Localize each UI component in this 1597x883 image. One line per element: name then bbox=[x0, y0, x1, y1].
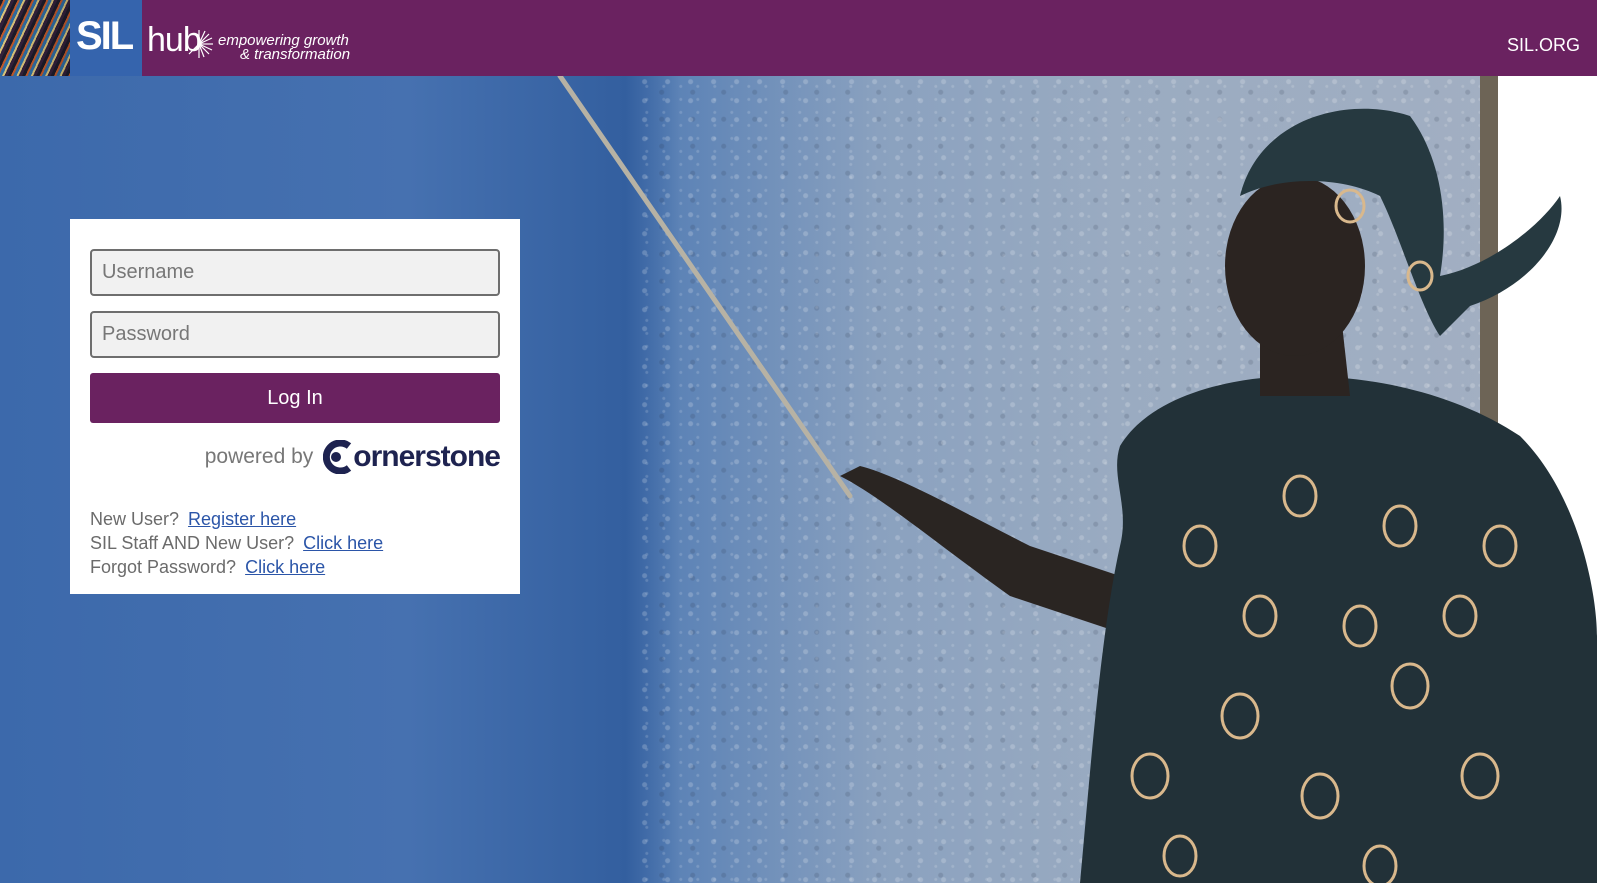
powered-by-text: powered by bbox=[204, 445, 314, 468]
forgot-password-prompt: Forgot Password? bbox=[90, 557, 237, 577]
login-card: Log In powered by ornerstone New User? R… bbox=[70, 219, 520, 594]
new-user-prompt: New User? bbox=[90, 509, 180, 529]
staff-click-here-link[interactable]: Click here bbox=[303, 533, 383, 553]
cornerstone-c-icon bbox=[323, 440, 352, 474]
top-header: SIL hub empowering growth & transformati… bbox=[0, 0, 1597, 76]
logo-tagline: empowering growth & transformation bbox=[218, 33, 351, 63]
forgot-password-link[interactable]: Click here bbox=[245, 557, 325, 577]
cornerstone-wordmark: ornerstone bbox=[353, 440, 501, 473]
username-input[interactable] bbox=[90, 249, 500, 296]
sil-org-link[interactable]: SIL.ORG bbox=[1507, 35, 1580, 56]
staff-user-line: SIL Staff AND New User? Click here bbox=[90, 531, 500, 555]
cornerstone-logo: ornerstone bbox=[323, 440, 501, 474]
new-user-line: New User? Register here bbox=[90, 507, 500, 531]
sunburst-icon bbox=[188, 30, 213, 58]
register-link[interactable]: Register here bbox=[188, 509, 296, 529]
logo-fabric-image bbox=[0, 0, 70, 76]
help-links: New User? Register here SIL Staff AND Ne… bbox=[90, 507, 500, 579]
powered-by-row: powered by ornerstone bbox=[90, 437, 501, 477]
logo-sil-text: SIL bbox=[76, 14, 134, 58]
login-button[interactable]: Log In bbox=[90, 373, 500, 423]
password-input[interactable] bbox=[90, 311, 500, 358]
tagline-line-2: & transformation bbox=[240, 46, 351, 63]
staff-user-prompt: SIL Staff AND New User? bbox=[90, 533, 295, 553]
forgot-password-line: Forgot Password? Click here bbox=[90, 555, 500, 579]
